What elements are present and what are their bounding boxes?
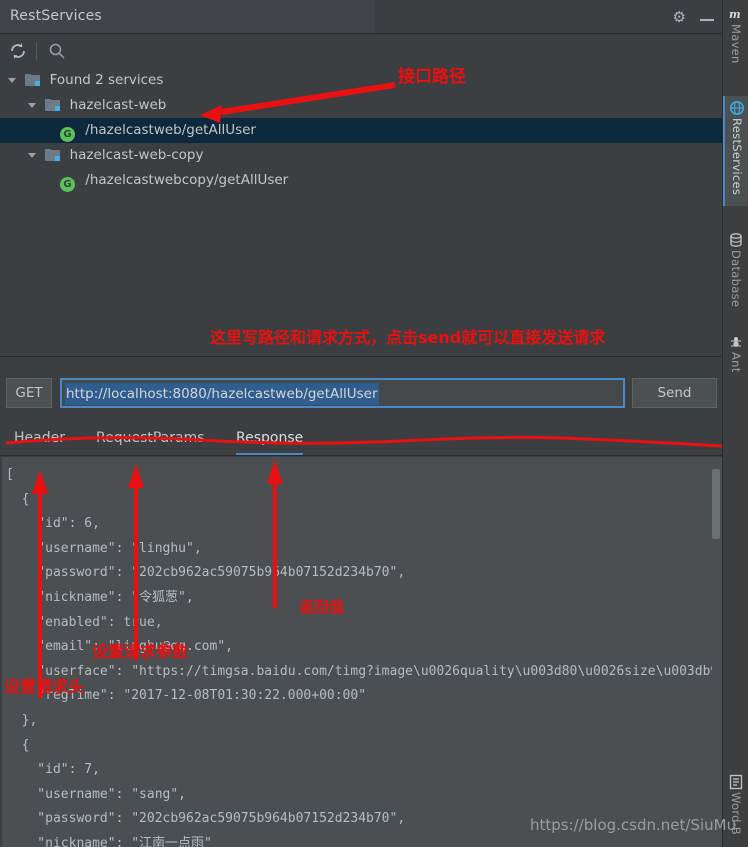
database-icon: [728, 232, 744, 248]
tree-label-endpoint-1: /hazelcastweb/getAllUser: [85, 122, 256, 138]
rest-services-icon: [729, 100, 745, 116]
strip-label-database: Database: [729, 250, 743, 308]
strip-item-rest-services[interactable]: RestServices: [723, 96, 748, 206]
window-buttons: ⚙: [673, 0, 714, 34]
strip-item-database[interactable]: Database: [723, 228, 748, 310]
tree-label-root: Found 2 services: [49, 72, 164, 88]
ant-icon: [728, 334, 744, 350]
http-method-select[interactable]: GET: [6, 378, 52, 408]
services-tree[interactable]: Found 2 services hazelcast-web G /hazelc…: [0, 68, 722, 356]
tab-request-params[interactable]: RequestParams: [96, 422, 205, 456]
tab-response-label: Response: [236, 430, 304, 446]
module-folder-icon: [45, 149, 61, 161]
request-panel-divider-bottom: [0, 455, 722, 456]
annotation-write-path-method: 这里写路径和请求方式，点击send就可以直接发送请求: [210, 328, 606, 347]
strip-label-rest-services: RestServices: [730, 118, 744, 196]
response-scrollbar-thumb[interactable]: [712, 469, 720, 539]
tree-label-hazelcast-web-copy: hazelcast-web-copy: [69, 147, 204, 163]
url-input[interactable]: http://localhost:8080/hazelcastweb/getAl…: [60, 378, 625, 408]
watermark: https://blog.csdn.net/SiuMu: [530, 816, 737, 834]
chevron-down-icon[interactable]: [8, 77, 16, 83]
send-button[interactable]: Send: [632, 378, 717, 408]
chevron-down-icon[interactable]: [28, 102, 36, 108]
strip-label-ant: Ant: [729, 352, 743, 373]
tree-label-hazelcast-web: hazelcast-web: [69, 97, 167, 113]
url-input-value[interactable]: http://localhost:8080/hazelcastweb/getAl…: [65, 383, 379, 405]
request-panel-divider-top: [0, 356, 722, 357]
request-panel: GET http://localhost:8080/hazelcastweb/g…: [0, 356, 722, 456]
annotation-return-value: 返回值: [299, 598, 345, 616]
annotation-set-request-params: 设置请求参数: [92, 642, 189, 661]
gear-icon[interactable]: ⚙: [673, 9, 686, 25]
word-icon: [728, 774, 744, 790]
module-folder-icon: [45, 99, 61, 111]
module-folder-icon: [25, 74, 41, 86]
strip-item-ant[interactable]: Ant: [723, 330, 748, 382]
rest-services-tool-window: RestServices ⚙ Found 2 services hazelcas…: [0, 0, 748, 847]
tab-response[interactable]: Response: [236, 422, 304, 456]
toolbar-divider: [36, 42, 37, 60]
minimize-icon[interactable]: [700, 10, 714, 25]
refresh-icon[interactable]: [8, 41, 28, 61]
annotation-interface-path: 接口路径: [398, 67, 466, 87]
page-title: RestServices: [10, 8, 102, 24]
get-method-icon: G: [60, 177, 75, 192]
strip-label-maven: Maven: [729, 24, 743, 64]
tree-toolbar: [0, 34, 722, 102]
tree-row-root[interactable]: Found 2 services: [0, 68, 722, 93]
chevron-down-icon[interactable]: [28, 152, 36, 158]
strip-item-maven[interactable]: m Maven: [723, 2, 748, 64]
annotation-set-request-headers: 设置请求头: [4, 677, 85, 696]
tree-row-module-copy[interactable]: hazelcast-web-copy: [0, 143, 722, 168]
svg-text:m: m: [729, 8, 741, 21]
tree-row-endpoint-selected[interactable]: G /hazelcastweb/getAllUser: [0, 118, 722, 143]
tree-row-endpoint[interactable]: G /hazelcastwebcopy/getAllUser: [0, 168, 722, 193]
title-bar: RestServices ⚙: [0, 0, 722, 34]
request-tabs: Header RequestParams Response: [0, 422, 722, 456]
tree-row-module[interactable]: hazelcast-web: [0, 93, 722, 118]
get-method-icon: G: [60, 127, 75, 142]
right-tool-strip: m Maven RestServices Database Ant Word-B: [722, 0, 748, 847]
search-icon[interactable]: [48, 42, 66, 60]
tab-header[interactable]: Header: [14, 422, 65, 456]
tree-label-endpoint-2: /hazelcastwebcopy/getAllUser: [85, 172, 289, 188]
maven-icon: m: [728, 6, 744, 22]
